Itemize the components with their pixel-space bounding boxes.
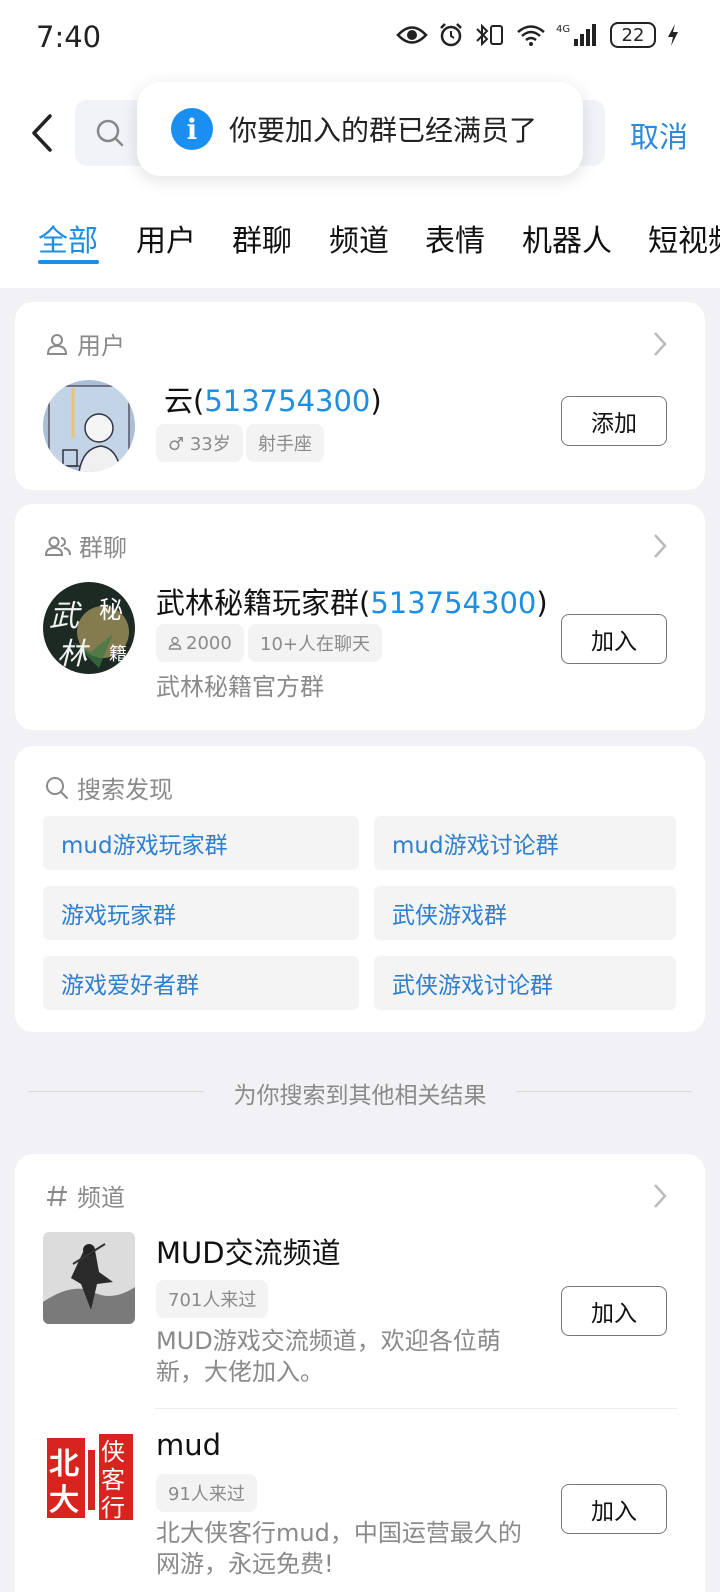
tab-users[interactable]: 用户 bbox=[136, 216, 196, 260]
channel-result-card: 频道 MUD交流频道 701人来过 MUD游戏交流频道，欢迎各位萌 新，大佬加入… bbox=[15, 1154, 705, 1592]
user-result-card: 用户 云(513754300) ♂ 33岁 射手座 添加 bbox=[15, 302, 705, 490]
category-tabs: 全部 用户 群聊 频道 表情 机器人 短视频 bbox=[0, 188, 720, 288]
svg-text:行: 行 bbox=[101, 1494, 125, 1522]
channel-section-title: 频道 bbox=[77, 1184, 125, 1212]
member-count: 2000 bbox=[186, 632, 232, 654]
suggestion-chip[interactable]: mud游戏讨论群 bbox=[374, 816, 676, 870]
hash-icon bbox=[47, 1185, 67, 1206]
group-icon bbox=[45, 536, 71, 556]
svg-text:客: 客 bbox=[101, 1466, 125, 1494]
search-icon bbox=[96, 119, 124, 147]
related-results-divider: 为你搜索到其他相关结果 bbox=[28, 1076, 692, 1109]
toast-message: i 你要加入的群已经满员了 bbox=[137, 82, 583, 176]
bluetooth-vibrate-icon bbox=[476, 23, 503, 47]
chevron-right-icon[interactable] bbox=[651, 532, 669, 560]
user-section-title: 用户 bbox=[77, 332, 125, 360]
wifi-icon bbox=[517, 25, 545, 46]
tab-bots[interactable]: 机器人 bbox=[522, 216, 612, 260]
channel-description-line1: MUD游戏交流频道，欢迎各位萌 bbox=[156, 1327, 501, 1355]
row-separator bbox=[155, 1408, 677, 1409]
alarm-icon bbox=[440, 23, 462, 47]
suggestion-chip[interactable]: 武侠游戏讨论群 bbox=[374, 956, 676, 1010]
clock: 7:40 bbox=[36, 20, 102, 54]
join-group-button[interactable]: 加入 bbox=[561, 614, 667, 664]
eye-icon bbox=[396, 26, 428, 44]
search-icon bbox=[46, 776, 68, 799]
cancel-button[interactable]: 取消 bbox=[630, 114, 688, 156]
user-name-close: ) bbox=[370, 384, 382, 418]
charging-icon bbox=[668, 24, 678, 46]
svg-text:武: 武 bbox=[49, 599, 82, 634]
channel-name[interactable]: mud bbox=[156, 1428, 221, 1462]
tab-short-videos[interactable]: 短视频 bbox=[648, 216, 720, 260]
signal-icon: 4G bbox=[556, 24, 596, 46]
toast-text: 你要加入的群已经满员了 bbox=[229, 114, 538, 147]
svg-text:4G: 4G bbox=[556, 24, 570, 35]
chevron-right-icon[interactable] bbox=[651, 330, 669, 358]
zodiac-tag: 射手座 bbox=[246, 424, 324, 462]
channel-thumbnail[interactable] bbox=[43, 1232, 135, 1324]
user-nickname: 云( bbox=[164, 384, 205, 418]
channel-name[interactable]: MUD交流频道 bbox=[156, 1230, 341, 1272]
status-icons: 4G 22 bbox=[396, 22, 680, 48]
group-title: 武林秘籍玩家群( bbox=[156, 586, 371, 620]
suggestion-chip[interactable]: 武侠游戏群 bbox=[374, 886, 676, 940]
tab-channels[interactable]: 频道 bbox=[329, 216, 389, 260]
tab-all[interactable]: 全部 bbox=[38, 216, 98, 260]
search-discover-card: 搜索发现 mud游戏玩家群 mud游戏讨论群 游戏玩家群 武侠游戏群 游戏爱好者… bbox=[15, 746, 705, 1032]
group-section-title: 群聊 bbox=[79, 534, 127, 562]
group-description: 武林秘籍官方群 bbox=[156, 673, 324, 701]
channel-thumbnail[interactable]: 北大侠客行 bbox=[43, 1430, 135, 1522]
join-channel-button[interactable]: 加入 bbox=[561, 1286, 667, 1336]
back-arrow-icon[interactable] bbox=[26, 112, 60, 154]
group-name[interactable]: 武林秘籍玩家群(513754300) bbox=[156, 580, 548, 622]
member-count-tag: 2000 bbox=[156, 624, 244, 662]
user-avatar[interactable] bbox=[43, 380, 135, 472]
discover-section-title: 搜索发现 bbox=[77, 776, 173, 804]
suggestion-chip[interactable]: 游戏爱好者群 bbox=[43, 956, 359, 1010]
discover-section-header: 搜索发现 bbox=[45, 770, 173, 805]
person-icon bbox=[168, 636, 182, 650]
status-bar: 7:40 4G 22 bbox=[0, 0, 720, 78]
person-icon bbox=[46, 333, 68, 355]
gender-age-tag: ♂ 33岁 bbox=[156, 424, 243, 462]
visits-tag: 91人来过 bbox=[156, 1474, 257, 1512]
channel-description-line2: 网游，永远免费! bbox=[156, 1550, 334, 1578]
tab-stickers[interactable]: 表情 bbox=[425, 216, 485, 260]
visits-tag: 701人来过 bbox=[156, 1280, 269, 1318]
group-name-close: ) bbox=[536, 586, 548, 620]
divider-text: 为你搜索到其他相关结果 bbox=[233, 1083, 487, 1109]
suggestion-chip[interactable]: mud游戏玩家群 bbox=[43, 816, 359, 870]
user-name[interactable]: 云(513754300) bbox=[164, 378, 382, 420]
group-avatar[interactable]: 武林秘籍 bbox=[43, 582, 135, 674]
user-section-header: 用户 bbox=[45, 326, 125, 361]
svg-text:秘: 秘 bbox=[99, 596, 123, 624]
gender-age-text: ♂ 33岁 bbox=[168, 434, 231, 455]
active-tab-indicator bbox=[38, 260, 99, 264]
group-number: 513754300 bbox=[370, 586, 537, 620]
suggestion-chip[interactable]: 游戏玩家群 bbox=[43, 886, 359, 940]
group-result-card: 群聊 武林秘籍 武林秘籍玩家群(513754300) 2000 10+人在聊天 … bbox=[15, 504, 705, 730]
add-friend-button[interactable]: 添加 bbox=[561, 396, 667, 446]
battery-icon: 22 bbox=[610, 22, 656, 48]
channel-description-line2: 新，大佬加入。 bbox=[156, 1358, 324, 1386]
info-icon: i bbox=[171, 108, 213, 150]
join-channel-button[interactable]: 加入 bbox=[561, 1484, 667, 1534]
chevron-right-icon[interactable] bbox=[651, 1182, 669, 1210]
svg-text:林: 林 bbox=[57, 637, 90, 672]
svg-text:北: 北 bbox=[49, 1447, 79, 1482]
chatting-tag: 10+人在聊天 bbox=[248, 624, 382, 662]
user-qq-number: 513754300 bbox=[204, 384, 371, 418]
tab-groups[interactable]: 群聊 bbox=[232, 216, 292, 260]
group-section-header: 群聊 bbox=[45, 528, 127, 563]
svg-text:侠: 侠 bbox=[101, 1438, 125, 1466]
svg-text:大: 大 bbox=[49, 1483, 79, 1518]
channel-description-line1: 北大侠客行mud，中国运营最久的 bbox=[156, 1519, 522, 1547]
svg-text:籍: 籍 bbox=[109, 644, 127, 665]
channel-section-header: 频道 bbox=[45, 1178, 125, 1213]
